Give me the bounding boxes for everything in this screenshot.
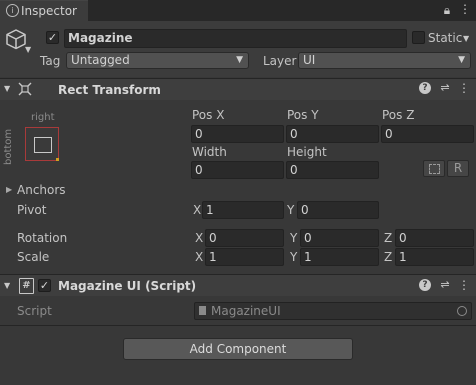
scale-x-field[interactable]: 1 bbox=[205, 248, 284, 266]
static-dropdown-caret[interactable]: ▼ bbox=[463, 34, 469, 43]
lock-icon[interactable]: 🔒︎ bbox=[440, 3, 454, 17]
anchor-preset-button[interactable] bbox=[25, 127, 59, 161]
scale-label: Scale bbox=[17, 250, 50, 264]
object-picker-icon bbox=[457, 306, 467, 316]
icon-dropdown-caret[interactable]: ▼ bbox=[25, 45, 31, 54]
height-label: Height bbox=[287, 145, 327, 159]
active-checkbox[interactable]: ✓ bbox=[46, 31, 59, 44]
rotation-z-field[interactable]: 0 bbox=[395, 229, 474, 247]
rot-z-axis: Z bbox=[384, 231, 393, 245]
rot-x-axis: X bbox=[195, 231, 204, 245]
height-field[interactable]: 0 bbox=[286, 161, 379, 179]
posx-label: Pos X bbox=[192, 108, 225, 122]
script-file-icon bbox=[199, 306, 206, 315]
tag-label: Tag bbox=[40, 54, 61, 68]
scale-x-axis: X bbox=[195, 250, 204, 264]
blueprint-mode-button[interactable] bbox=[423, 160, 445, 177]
anchor-preset-h-label: right bbox=[31, 112, 55, 123]
script-hash-icon: # bbox=[19, 278, 34, 294]
raw-edit-button[interactable]: R bbox=[447, 160, 469, 177]
posz-field[interactable]: 0 bbox=[381, 125, 474, 143]
rotation-y-field[interactable]: 0 bbox=[300, 229, 379, 247]
info-icon: i bbox=[6, 4, 19, 17]
pivot-y-field[interactable]: 0 bbox=[297, 201, 379, 219]
preset-sliders-icon[interactable]: ⇌ bbox=[439, 81, 451, 95]
pivot-x-axis: X bbox=[193, 203, 202, 217]
static-label: Static bbox=[428, 31, 463, 45]
foldout-arrow-icon[interactable]: ▼ bbox=[4, 281, 10, 290]
anchor-point bbox=[56, 158, 59, 161]
preset-sliders-icon[interactable]: ⇌ bbox=[439, 278, 451, 292]
rect-transform-icon bbox=[18, 82, 32, 99]
layer-value: UI bbox=[303, 53, 316, 67]
pivot-x-field[interactable]: 1 bbox=[202, 201, 284, 219]
gameobject-cube-icon bbox=[5, 28, 27, 53]
script-value: MagazineUI bbox=[211, 304, 281, 318]
anchors-foldout-icon[interactable]: ▶ bbox=[6, 185, 12, 194]
posz-label: Pos Z bbox=[382, 108, 415, 122]
pivot-label: Pivot bbox=[17, 203, 47, 217]
rotation-x-field[interactable]: 0 bbox=[205, 229, 284, 247]
script-label: Script bbox=[17, 304, 52, 318]
rot-y-axis: Y bbox=[290, 231, 298, 245]
raw-edit-label: R bbox=[453, 161, 463, 175]
layer-label: Layer bbox=[263, 54, 297, 68]
chevron-down-icon: ▼ bbox=[236, 55, 243, 65]
scale-z-field[interactable]: 1 bbox=[395, 248, 474, 266]
foldout-arrow-icon[interactable]: ▼ bbox=[4, 84, 10, 93]
anchor-preset-rect bbox=[34, 137, 52, 153]
help-icon[interactable]: ? bbox=[419, 82, 431, 94]
tab-inspector[interactable]: i Inspector bbox=[0, 0, 88, 21]
script-object-field: MagazineUI bbox=[194, 302, 472, 320]
object-name-field[interactable]: Magazine bbox=[64, 29, 407, 48]
posy-field[interactable]: 0 bbox=[286, 125, 379, 143]
anchors-label[interactable]: Anchors bbox=[17, 182, 66, 198]
tab-inspector-label: Inspector bbox=[21, 4, 77, 18]
static-checkbox[interactable] bbox=[412, 31, 425, 44]
pivot-y-axis: Y bbox=[287, 203, 295, 217]
posy-label: Pos Y bbox=[287, 108, 319, 122]
scale-y-field[interactable]: 1 bbox=[300, 248, 379, 266]
tag-value: Untagged bbox=[71, 53, 130, 67]
more-menu-icon[interactable]: ⋮ bbox=[458, 2, 472, 16]
rect-transform-title: Rect Transform bbox=[58, 83, 161, 97]
posx-field[interactable]: 0 bbox=[191, 125, 284, 143]
rotation-label: Rotation bbox=[17, 231, 68, 245]
scale-y-axis: Y bbox=[290, 250, 298, 264]
blueprint-icon bbox=[429, 164, 440, 174]
script-enabled-checkbox[interactable]: ✓ bbox=[38, 279, 51, 292]
scale-z-axis: Z bbox=[384, 250, 393, 264]
tag-dropdown[interactable]: Untagged ▼ bbox=[66, 52, 249, 69]
add-component-button[interactable]: Add Component bbox=[123, 338, 353, 360]
context-menu-icon[interactable]: ⋮ bbox=[458, 278, 470, 292]
help-icon[interactable]: ? bbox=[419, 279, 431, 291]
layer-dropdown[interactable]: UI ▼ bbox=[298, 52, 471, 69]
add-component-label: Add Component bbox=[189, 342, 287, 356]
width-field[interactable]: 0 bbox=[191, 161, 284, 179]
chevron-down-icon: ▼ bbox=[458, 55, 465, 65]
context-menu-icon[interactable]: ⋮ bbox=[458, 81, 470, 95]
script-component-title: Magazine UI (Script) bbox=[58, 279, 197, 293]
width-label: Width bbox=[192, 145, 227, 159]
anchor-preset-v-label: bottom bbox=[3, 128, 14, 165]
